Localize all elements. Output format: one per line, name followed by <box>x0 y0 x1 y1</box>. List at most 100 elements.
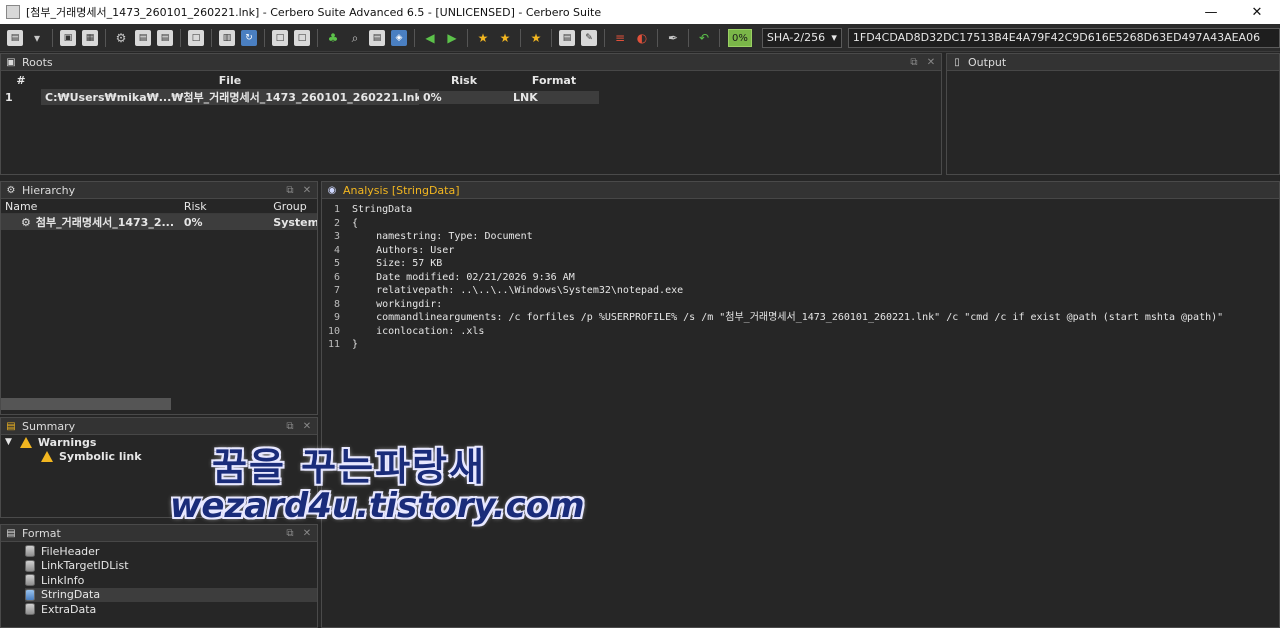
format-item-linktargetidlist[interactable]: LinkTargetIDList <box>25 559 317 574</box>
table-row[interactable]: 1 C:₩Users₩mika₩...₩첨부_거래명세서_1473_260101… <box>1 89 941 105</box>
scan-icon[interactable]: ♣ <box>325 30 341 46</box>
search-icon[interactable]: ⌕ <box>347 30 363 46</box>
format-icon: ▤ <box>6 527 16 539</box>
roots-icon: ▣ <box>6 56 16 68</box>
format-panel-header: ▤ Format ⧉ ✕ <box>1 525 317 542</box>
database-icon <box>25 545 35 558</box>
warning-icon <box>41 451 53 463</box>
new-window-icon[interactable]: □ <box>188 29 204 46</box>
undo-icon[interactable]: ↶ <box>696 30 712 46</box>
row-risk: 0% <box>419 90 509 104</box>
output-panel-title: Output <box>968 55 1007 69</box>
format-item-linkinfo[interactable]: LinkInfo <box>25 573 317 588</box>
toolbar-separator <box>604 28 605 47</box>
toolbar-separator <box>264 28 265 47</box>
carbon-icon[interactable]: ≡ <box>612 30 628 46</box>
format-item-stringdata[interactable]: StringData <box>25 587 317 602</box>
expand-arrow-icon[interactable]: ▼ <box>5 437 12 447</box>
dropdown-arrow-icon[interactable]: ▾ <box>29 30 45 46</box>
col-risk[interactable]: Risk <box>419 74 509 87</box>
code-line: 1 StringData <box>333 204 413 215</box>
output-panel-header: ▯ Output <box>947 54 1279 71</box>
filter-icon[interactable]: ◈ <box>391 29 407 46</box>
toolbar-separator <box>551 28 552 47</box>
summary-icon: ▤ <box>6 420 16 432</box>
window-title: [첨부_거래명세서_1473_260101_260221.lnk] - Cerb… <box>26 6 602 19</box>
float-icon[interactable]: ⧉ <box>283 183 297 197</box>
horizontal-scrollbar[interactable] <box>1 398 171 410</box>
app-icon <box>6 5 20 19</box>
toolbar-separator <box>317 28 318 47</box>
hierarchy-panel-header: ⚙ Hierarchy ⧉ ✕ <box>1 182 317 199</box>
float-icon[interactable]: ⧉ <box>283 419 297 433</box>
toolbar-separator <box>688 28 689 47</box>
flag-icon[interactable]: ◐ <box>634 30 650 46</box>
format-item-fileheader[interactable]: FileHeader <box>25 544 317 559</box>
toolbar-separator <box>520 28 521 47</box>
layout-icon[interactable]: □ <box>272 29 288 46</box>
report-icon[interactable]: ▤ <box>135 29 151 46</box>
code-line: 2{ <box>333 217 359 229</box>
format-item-extradata[interactable]: ExtraData <box>25 602 317 617</box>
refresh-view-icon[interactable]: ↻ <box>241 29 257 46</box>
hash-algorithm-value: SHA-2/256 <box>766 31 826 44</box>
format-panel-title: Format <box>22 526 61 540</box>
chevron-down-icon: ▾ <box>831 31 837 44</box>
open-file-icon[interactable]: ▤ <box>7 29 23 46</box>
format-item-label: FileHeader <box>41 544 100 558</box>
close-icon[interactable]: ✕ <box>300 419 314 433</box>
output-panel: ▯ Output <box>946 53 1280 175</box>
float-icon[interactable]: ⧉ <box>283 526 297 540</box>
col-format[interactable]: Format <box>509 74 599 87</box>
layout-alt-icon[interactable]: □ <box>294 29 310 46</box>
minimize-button[interactable]: — <box>1188 0 1234 24</box>
edit-notes-icon[interactable]: ✎ <box>581 29 597 46</box>
next-bookmark-icon[interactable]: ★ <box>497 30 513 46</box>
col-group[interactable]: Group <box>269 200 317 213</box>
roots-panel-title: Roots <box>22 55 53 69</box>
code-line: 3 namestring: Type: Document <box>333 231 533 242</box>
row-risk: 0% <box>183 215 203 229</box>
row-name: 첨부_거래명세서_1473_2... <box>35 216 175 229</box>
hash-value-field[interactable]: 1FD4CDAD8D32DC17513B4E4A79F42C9D616E5268… <box>847 27 1280 48</box>
find-in-file-icon[interactable]: ▤ <box>369 29 385 46</box>
forward-arrow-icon[interactable]: ▶ <box>444 30 460 46</box>
close-icon[interactable]: ✕ <box>300 183 314 197</box>
toolbar-separator <box>414 28 415 47</box>
watermark-title: 꿈을 꾸는파랑새 <box>212 445 486 489</box>
code-line: 7 relativepath: ..\..\..\Windows\System3… <box>333 285 684 296</box>
export-icon[interactable]: ▤ <box>157 29 173 46</box>
tools-icon[interactable]: ✒ <box>665 30 681 46</box>
back-arrow-icon[interactable]: ◀ <box>422 30 438 46</box>
col-number[interactable]: # <box>1 74 41 87</box>
close-project-icon[interactable]: ▦ <box>82 29 98 46</box>
format-tree: FileHeader LinkTargetIDList LinkInfo Str… <box>1 542 317 617</box>
col-file[interactable]: File <box>41 74 419 87</box>
close-icon[interactable]: ✕ <box>924 55 938 69</box>
progress-badge: 0% <box>728 28 752 47</box>
bookmark-star-icon[interactable]: ★ <box>475 30 491 46</box>
database-icon <box>25 559 35 572</box>
table-row[interactable]: ⚙ 첨부_거래명세서_1473_2... 0% System <box>1 214 317 230</box>
save-project-icon[interactable]: ▣ <box>60 29 76 46</box>
format-item-label: ExtraData <box>41 602 97 616</box>
code-line: 9 commandlinearguments: /c forfiles /p %… <box>333 312 1224 323</box>
favorites-star-icon[interactable]: ★ <box>528 30 544 46</box>
close-icon[interactable]: ✕ <box>300 526 314 540</box>
hash-algorithm-select[interactable]: SHA-2/256 ▾ <box>761 27 842 48</box>
close-button[interactable]: ✕ <box>1234 0 1280 24</box>
row-format: LNK <box>509 90 599 104</box>
main-toolbar: ▤ ▾ ▣ ▦ ⚙ ▤ ▤ □ ▥ ↻ □ □ ♣ ⌕ ▤ ◈ ◀ ▶ ★ ★ … <box>0 24 1280 52</box>
warnings-label: Warnings <box>37 435 97 449</box>
summary-panel-title: Summary <box>22 419 76 433</box>
float-icon[interactable]: ⧉ <box>907 55 921 69</box>
settings-gear-icon[interactable]: ⚙ <box>113 30 129 46</box>
roots-panel: ▣ Roots ⧉ ✕ # File Risk Format 1 C:₩User… <box>0 53 942 175</box>
code-view[interactable]: 1 StringData 2{ 3 namestring: Type: Docum… <box>322 199 1279 352</box>
notes-icon[interactable]: ▤ <box>559 29 575 46</box>
col-risk[interactable]: Risk <box>180 200 269 213</box>
hex-view-icon[interactable]: ▥ <box>219 29 235 46</box>
toolbar-separator <box>719 28 720 47</box>
col-name[interactable]: Name <box>1 200 180 213</box>
row-number: 1 <box>5 90 13 104</box>
